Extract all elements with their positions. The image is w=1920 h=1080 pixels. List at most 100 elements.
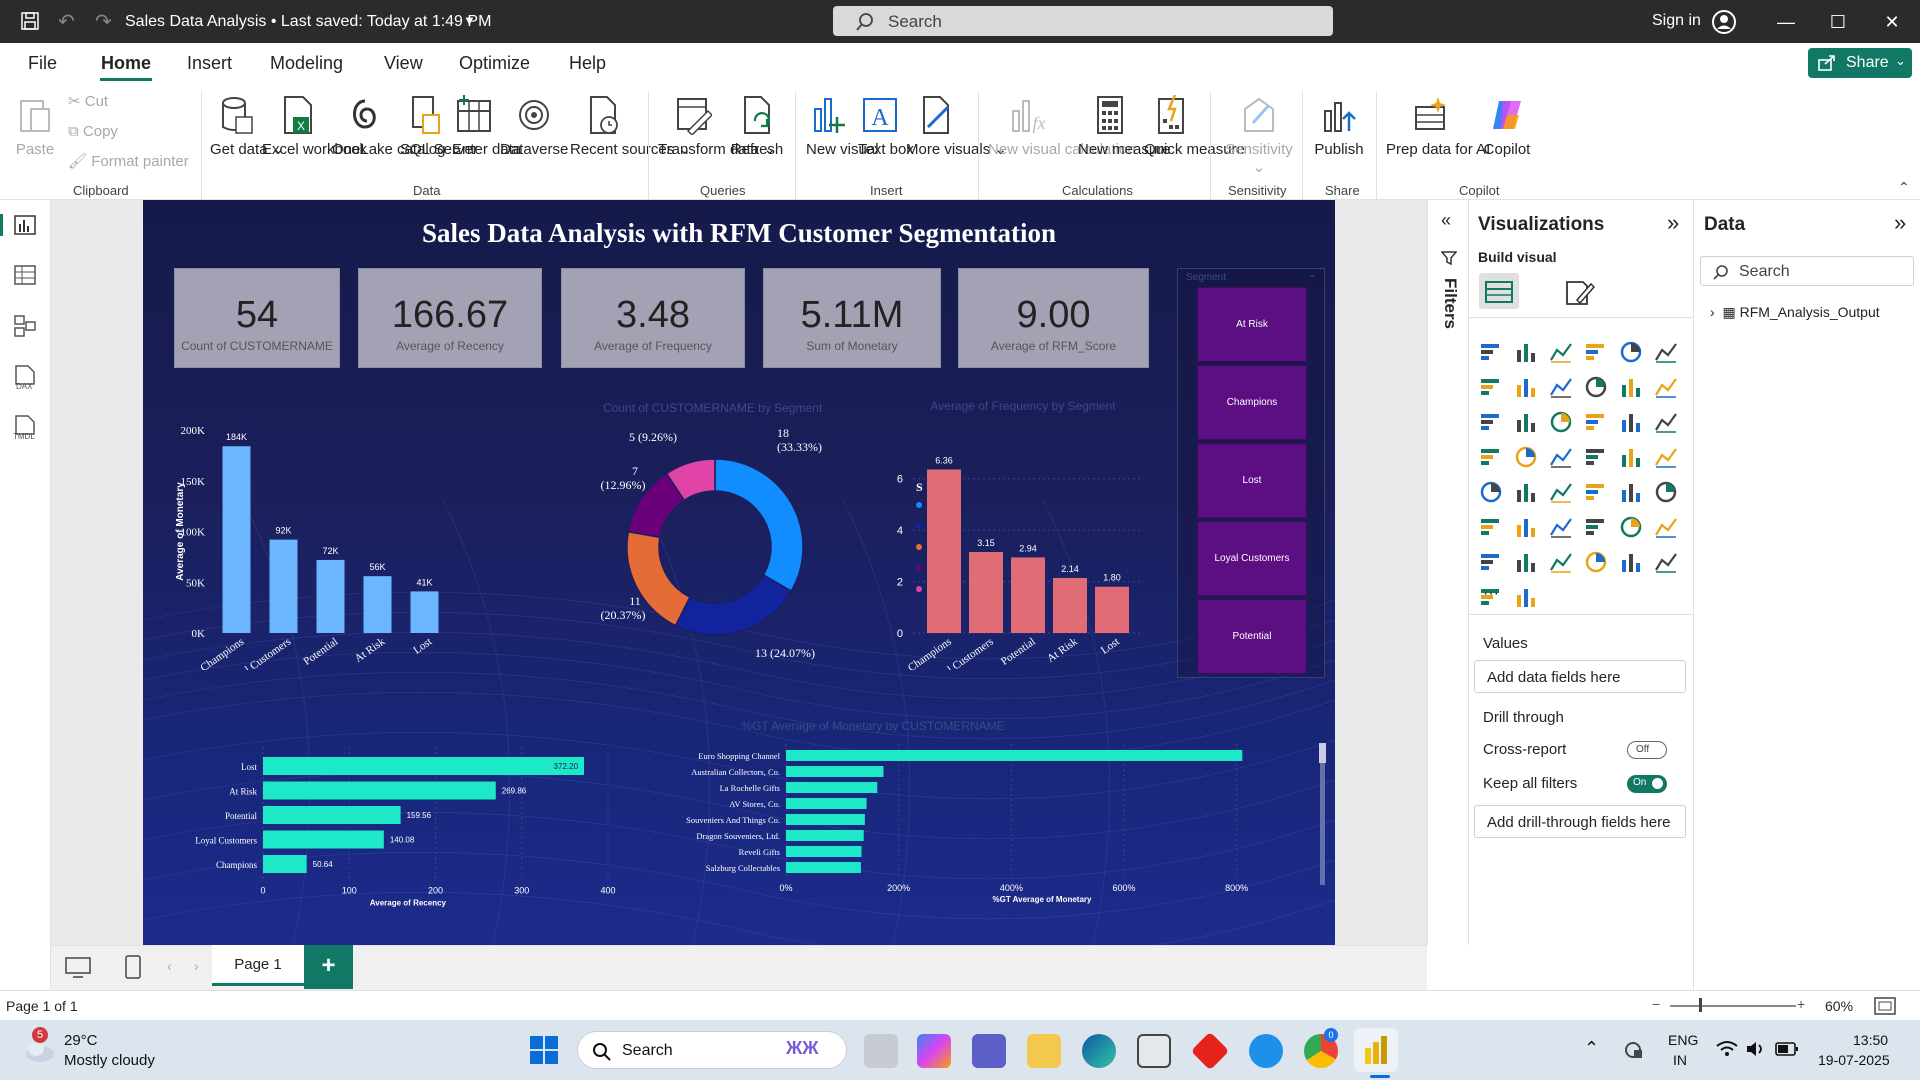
recency-by-segment-chart[interactable]: 0 100 200 300 400 Average of Recency Lost 372.2… [143, 705, 623, 935]
mobile-layout-icon[interactable] [125, 955, 141, 981]
expand-filters-icon[interactable]: « [1441, 210, 1451, 231]
dataverse-button[interactable]: Dataverse [500, 95, 568, 159]
visual-type-icon[interactable] [1514, 445, 1538, 469]
build-visual-tab[interactable] [1479, 273, 1519, 309]
visual-type-icon[interactable] [1584, 515, 1608, 539]
search-box[interactable]: Search [833, 6, 1333, 36]
visual-type-icon[interactable] [1479, 480, 1503, 504]
kpi-card-count[interactable]: 54 Count of CUSTOMERNAME [174, 268, 340, 368]
slicer-item[interactable]: At Risk [1197, 287, 1307, 362]
visual-type-icon[interactable] [1549, 445, 1573, 469]
tab-help[interactable]: Help [569, 53, 606, 74]
visual-type-icon[interactable] [1514, 375, 1538, 399]
add-page-button[interactable]: + [304, 945, 353, 989]
monetary-by-segment-chart[interactable]: 0K50K100K150K200KAverage of Monetary184K… [143, 390, 483, 670]
prep-data-for-ai-button[interactable]: Prep data for AI [1386, 95, 1490, 159]
sql-server-button[interactable]: SQL Server [400, 95, 478, 159]
cut-button[interactable]: ✂ Cut [68, 93, 108, 111]
visual-type-icon[interactable] [1619, 515, 1643, 539]
wifi-icon[interactable] [1716, 1040, 1738, 1058]
help-icon[interactable] [1249, 1034, 1283, 1068]
redo-icon[interactable]: ↷ [95, 9, 112, 34]
values-well[interactable]: Add data fields here [1474, 660, 1686, 693]
tab-home[interactable]: Home [101, 53, 151, 74]
format-visual-icon[interactable] [1565, 278, 1595, 306]
visual-type-icon[interactable] [1584, 480, 1608, 504]
get-data-button[interactable]: Get data ⌄ [210, 95, 284, 159]
chevron-down-icon[interactable]: ⌄ [1308, 269, 1316, 280]
store-icon[interactable] [1137, 1034, 1171, 1068]
visual-type-icon[interactable] [1514, 480, 1538, 504]
teams-icon[interactable] [972, 1034, 1006, 1068]
anydesk-icon[interactable] [1190, 1031, 1230, 1071]
visual-type-icon[interactable] [1584, 550, 1608, 574]
visual-type-icon[interactable] [1654, 480, 1678, 504]
paste-button[interactable]: Paste [12, 95, 58, 159]
new-measure-button[interactable]: New measure [1078, 95, 1171, 159]
visual-type-icon[interactable] [1479, 515, 1503, 539]
maximize-button[interactable]: ☐ [1818, 6, 1858, 38]
tab-optimize[interactable]: Optimize [459, 53, 530, 74]
tab-insert[interactable]: Insert [187, 53, 232, 74]
visual-type-icon[interactable] [1479, 375, 1503, 399]
tab-view[interactable]: View [384, 53, 423, 74]
sensitivity-button[interactable]: Sensitivity ⌄ [1222, 95, 1296, 177]
keep-all-filters-toggle[interactable]: On [1627, 775, 1667, 793]
desktop-layout-icon[interactable] [65, 957, 91, 979]
tab-modeling[interactable]: Modeling [270, 53, 343, 74]
visual-type-icon[interactable] [1654, 550, 1678, 574]
slicer-item[interactable]: Loyal Customers [1197, 521, 1307, 596]
excel-workbook-button[interactable]: X Excel workbook [262, 95, 367, 159]
report-view-icon[interactable] [14, 215, 36, 235]
refresh-button[interactable]: Refresh [730, 95, 784, 159]
visual-type-icon[interactable] [1479, 445, 1503, 469]
zoom-in-button[interactable]: + [1797, 996, 1805, 1012]
visual-type-icon[interactable] [1619, 445, 1643, 469]
collapse-visualizations-icon[interactable]: » [1667, 210, 1679, 236]
task-view-icon[interactable] [864, 1034, 898, 1068]
file-explorer-icon[interactable] [1027, 1034, 1061, 1068]
windows-start-icon[interactable] [529, 1035, 559, 1065]
publish-button[interactable]: Publish [1312, 95, 1366, 159]
more-visuals-ellipsis[interactable]: ··· [1483, 585, 1499, 603]
monetary-by-customer-chart[interactable]: %GT Average of Monetary by CUSTOMERNAME 0… [623, 705, 1333, 935]
zoom-level[interactable]: 60% [1825, 998, 1853, 1014]
sign-in-link[interactable]: Sign in [1652, 12, 1701, 30]
copilot-button[interactable]: Copilot [1478, 95, 1536, 159]
frequency-by-segment-chart[interactable]: Average of Frequency by Segment02466.36C… [873, 390, 1163, 670]
chevron-down-icon[interactable]: ▼ [463, 13, 476, 28]
chevron-right-icon[interactable]: › [194, 958, 199, 974]
visual-type-icon[interactable] [1549, 550, 1573, 574]
zoom-out-button[interactable]: − [1652, 996, 1660, 1012]
clock-time[interactable]: 13:50 [1853, 1032, 1888, 1048]
visual-type-icon[interactable] [1479, 410, 1503, 434]
visual-type-icon[interactable] [1479, 340, 1503, 364]
document-title[interactable]: Sales Data Analysis • Last saved: Today … [125, 13, 491, 31]
visual-type-icon[interactable] [1479, 550, 1503, 574]
drill-through-well[interactable]: Add drill-through fields here [1474, 805, 1686, 838]
visual-type-icon[interactable] [1619, 375, 1643, 399]
battery-icon[interactable] [1775, 1041, 1799, 1057]
language-indicator[interactable]: ENG [1668, 1032, 1698, 1048]
network-status-icon[interactable] [1622, 1038, 1644, 1060]
recent-sources-button[interactable]: Recent sources ⌄ [570, 95, 691, 159]
quick-measure-button[interactable]: Quick measure [1144, 95, 1245, 159]
visual-type-icon[interactable] [1584, 340, 1608, 364]
visual-type-icon[interactable] [1514, 515, 1538, 539]
tmdl-view-icon[interactable]: TMDL [12, 414, 38, 440]
chevron-right-icon[interactable]: › [1710, 304, 1722, 320]
collapse-data-pane-icon[interactable]: » [1894, 210, 1906, 236]
new-visual-button[interactable]: New visual [806, 95, 879, 159]
text-box-button[interactable]: A Text box [858, 95, 914, 159]
onelake-catalog-button[interactable]: OneLake catalog ⌄ [332, 95, 462, 159]
kpi-card-recency[interactable]: 166.67 Average of Recency [358, 268, 542, 368]
region-indicator[interactable]: IN [1673, 1052, 1687, 1068]
slicer-item[interactable]: Lost [1197, 443, 1307, 518]
filters-label[interactable]: Filters [1440, 278, 1460, 329]
undo-icon[interactable]: ↶ [58, 9, 75, 34]
visual-type-icon[interactable] [1619, 410, 1643, 434]
close-button[interactable]: ✕ [1872, 6, 1912, 38]
power-bi-icon[interactable] [1362, 1034, 1390, 1066]
slicer-item[interactable]: Potential [1197, 599, 1307, 674]
copy-button[interactable]: ⧉ Copy [68, 123, 118, 141]
